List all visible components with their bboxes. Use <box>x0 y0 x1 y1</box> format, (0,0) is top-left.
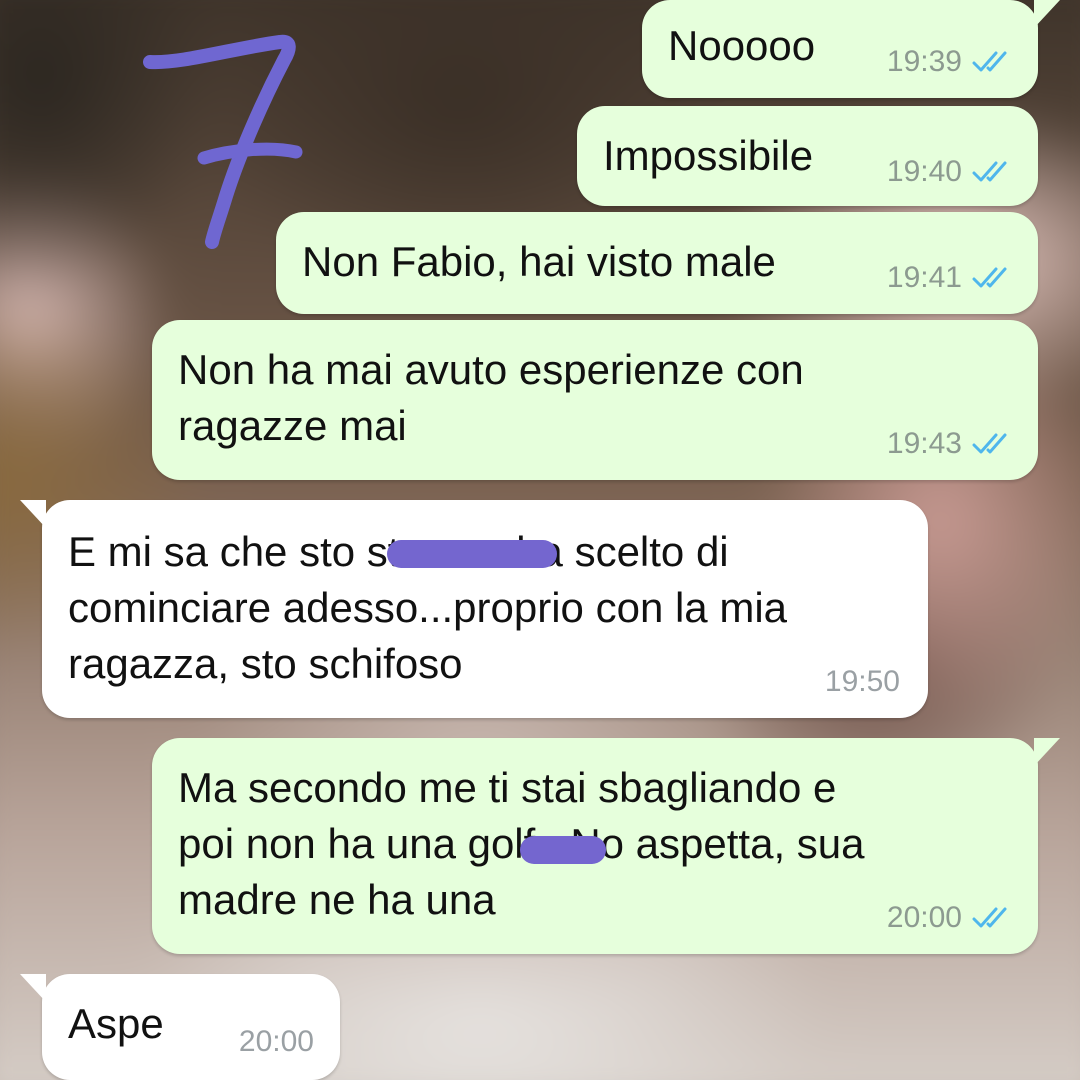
message-bubble-outgoing[interactable]: Ma secondo me ti stai sbagliando e poi n… <box>152 738 1060 954</box>
message-time: 19:40 <box>886 155 962 188</box>
message-meta: 19:41 <box>887 262 1016 294</box>
message-bubble-outgoing[interactable]: Non ha mai avuto esperienze con ragazze … <box>152 320 1038 480</box>
message-text: Impossibile <box>603 132 814 179</box>
chat-screen: Nooooo 19:39 Impossibile 19:40 Non Fabio… <box>0 0 1080 1080</box>
message-text: Nooooo <box>668 22 816 69</box>
message-time: 20:00 <box>886 901 962 934</box>
redaction-mark <box>520 836 606 864</box>
read-receipt-icon <box>972 266 1016 290</box>
read-receipt-icon <box>972 432 1016 456</box>
message-time: 19:43 <box>886 427 962 460</box>
message-meta: 19:40 <box>887 156 1016 188</box>
message-bubble-outgoing[interactable]: Nooooo 19:39 <box>642 0 1060 98</box>
message-text: Non Fabio, hai visto male <box>302 238 776 285</box>
read-receipt-icon <box>972 906 1016 930</box>
message-time: 20:00 <box>238 1025 314 1058</box>
message-meta: 19:39 <box>887 46 1016 78</box>
message-bubble-outgoing[interactable]: Non Fabio, hai visto male 19:41 <box>276 212 1038 314</box>
message-time: 19:50 <box>824 665 900 698</box>
message-text: ragazza, sto schifoso <box>68 640 463 687</box>
message-text: Non ha mai avuto esperienze con <box>178 346 804 393</box>
message-text: madre ne ha una <box>178 876 496 923</box>
message-meta: 20:00 <box>887 902 1016 934</box>
message-text: ragazze mai <box>178 402 407 449</box>
message-text: Ma secondo me ti stai sbagliando e <box>178 764 837 811</box>
redaction-mark <box>387 540 557 568</box>
message-bubble-incoming[interactable]: E mi sa che sto stronzo ha scelto di com… <box>20 500 928 718</box>
message-bubble-incoming[interactable]: Aspe 20:00 <box>20 974 340 1080</box>
read-receipt-icon <box>972 50 1016 74</box>
message-meta: 20:00 <box>239 1026 314 1058</box>
message-text: Aspe <box>68 1000 164 1047</box>
message-text: cominciare adesso...proprio con la mia <box>68 584 788 631</box>
message-time: 19:39 <box>886 45 962 78</box>
message-meta: 19:50 <box>825 666 900 698</box>
message-bubble-outgoing[interactable]: Impossibile 19:40 <box>577 106 1038 206</box>
message-time: 19:41 <box>886 261 962 294</box>
read-receipt-icon <box>972 160 1016 184</box>
message-meta: 19:43 <box>887 428 1016 460</box>
